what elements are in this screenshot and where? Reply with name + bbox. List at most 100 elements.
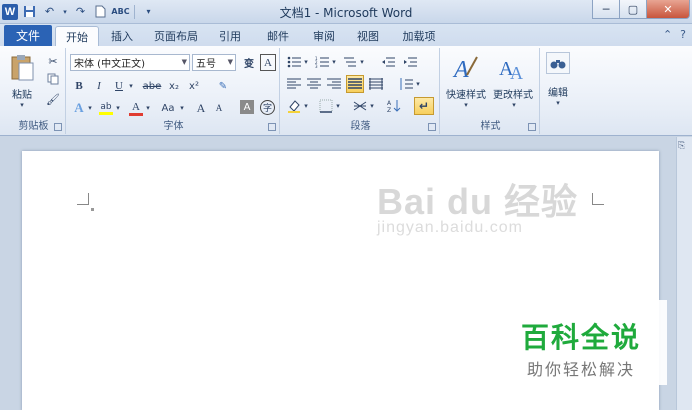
- enclosed-character-icon[interactable]: 字: [260, 100, 275, 115]
- character-border-icon[interactable]: A: [260, 54, 276, 71]
- justify-button[interactable]: [346, 75, 364, 93]
- tab-mailings[interactable]: 邮件: [256, 26, 300, 46]
- italic-button[interactable]: I: [92, 78, 106, 94]
- maximize-button[interactable]: ▢: [619, 0, 647, 19]
- ribbon-tabs: 文件 开始 插入 页面布局 引用 邮件 审阅 视图 加载项 ⌃ ?: [0, 24, 692, 47]
- bullets-dropdown-icon[interactable]: ▾: [302, 54, 310, 70]
- decrease-indent-icon[interactable]: [380, 54, 396, 70]
- clipboard-group: 粘贴 ▾ ✂ 🖌 剪贴板: [2, 48, 66, 134]
- numbering-icon[interactable]: 123: [314, 54, 330, 70]
- paragraph-group-label: 段落: [350, 121, 371, 132]
- title-bar: W ↶ ▾ ↷ ABC ▾ 文档1 - Microsoft Word ─ ▢ ✕: [0, 0, 692, 24]
- font-size-select[interactable]: 五号 ▼: [192, 54, 236, 71]
- sort-icon[interactable]: AZ: [386, 98, 402, 114]
- font-launcher-icon[interactable]: [268, 123, 276, 131]
- show-formatting-button[interactable]: ↵: [414, 97, 434, 115]
- tab-references[interactable]: 引用: [210, 26, 250, 46]
- quick-styles-icon[interactable]: A: [450, 52, 480, 82]
- line-spacing-dropdown-icon[interactable]: ▾: [414, 76, 422, 92]
- ruler-toggle-icon[interactable]: ⎘: [678, 141, 690, 153]
- align-center-icon[interactable]: [306, 76, 322, 92]
- svg-text:A: A: [387, 100, 392, 107]
- subscript-button[interactable]: x₂: [166, 78, 182, 94]
- clear-formatting-icon[interactable]: ✎: [214, 78, 232, 94]
- paste-dropdown-icon[interactable]: ▾: [16, 100, 28, 110]
- collapse-ribbon-icon[interactable]: ⌃: [663, 28, 672, 41]
- styles-launcher-icon[interactable]: [528, 123, 536, 131]
- binoculars-icon[interactable]: [546, 52, 570, 74]
- shading-icon[interactable]: [286, 98, 302, 114]
- character-shading-icon[interactable]: A: [240, 100, 254, 114]
- strikethrough-button[interactable]: abe: [142, 78, 162, 94]
- chevron-down-icon: ▼: [227, 58, 233, 66]
- multilevel-list-icon[interactable]: [342, 54, 358, 70]
- tab-file[interactable]: 文件: [4, 25, 52, 46]
- editing-dropdown-icon[interactable]: ▾: [554, 98, 562, 108]
- underline-button[interactable]: U: [112, 78, 126, 94]
- baidu-watermark: Bai du 经验: [377, 181, 579, 222]
- paragraph-group: ▾ 123 ▾ ▾ ▾ ▾ ▾ ▾ A Z ↵ 段落: [282, 48, 440, 134]
- editing-label[interactable]: 编辑: [542, 84, 574, 99]
- chinese-layout-icon[interactable]: [352, 98, 368, 114]
- close-button[interactable]: ✕: [646, 0, 690, 19]
- highlight-icon[interactable]: ab: [98, 100, 114, 116]
- text-effects-dropdown-icon[interactable]: ▾: [86, 100, 94, 116]
- align-left-icon[interactable]: [286, 76, 302, 92]
- svg-text:Z: Z: [387, 107, 391, 113]
- font-name-value: 宋体 (中文正文): [74, 59, 145, 70]
- tab-review[interactable]: 审阅: [303, 26, 345, 46]
- window-controls: ─ ▢ ✕: [592, 0, 690, 19]
- tab-addins[interactable]: 加载项: [394, 26, 444, 46]
- underline-dropdown-icon[interactable]: ▾: [126, 78, 136, 94]
- crop-mark-top-right: [592, 193, 604, 205]
- format-painter-icon[interactable]: 🖌: [46, 92, 60, 106]
- font-color-dropdown-icon[interactable]: ▾: [144, 100, 152, 116]
- tab-home[interactable]: 开始: [55, 26, 99, 47]
- bold-button[interactable]: B: [72, 78, 86, 94]
- increase-indent-icon[interactable]: [402, 54, 418, 70]
- help-icon[interactable]: ?: [680, 28, 686, 41]
- highlight-dropdown-icon[interactable]: ▾: [114, 100, 122, 116]
- change-styles-icon[interactable]: AA: [498, 52, 528, 82]
- copy-icon[interactable]: [46, 72, 60, 86]
- quick-styles-dropdown-icon[interactable]: ▾: [462, 100, 470, 110]
- window-title: 文档1 - Microsoft Word: [279, 6, 413, 20]
- styles-group: A 快速样式 ▾ AA 更改样式 ▾ 样式: [442, 48, 540, 134]
- minimize-button[interactable]: ─: [592, 0, 620, 19]
- font-name-select[interactable]: 宋体 (中文正文) ▼: [70, 54, 190, 71]
- borders-dropdown-icon[interactable]: ▾: [334, 98, 342, 114]
- chinese-layout-dropdown-icon[interactable]: ▾: [368, 98, 376, 114]
- text-effects-icon[interactable]: A: [72, 100, 86, 116]
- shrink-font-button[interactable]: A: [212, 100, 226, 116]
- superscript-button[interactable]: x²: [186, 78, 202, 94]
- change-styles-label: 更改样式: [493, 90, 533, 101]
- cut-icon[interactable]: ✂: [46, 54, 60, 68]
- svg-text:3: 3: [315, 64, 318, 68]
- shading-dropdown-icon[interactable]: ▾: [302, 98, 310, 114]
- tab-insert[interactable]: 插入: [102, 26, 142, 46]
- paste-icon[interactable]: [8, 52, 36, 84]
- paragraph-launcher-icon[interactable]: [428, 123, 436, 131]
- change-case-dropdown-icon[interactable]: ▾: [178, 100, 186, 116]
- change-styles-dropdown-icon[interactable]: ▾: [510, 100, 518, 110]
- line-spacing-icon[interactable]: [398, 76, 414, 92]
- grow-font-button[interactable]: A: [194, 100, 208, 116]
- phonetic-guide-icon[interactable]: 变: [240, 54, 258, 71]
- multilevel-dropdown-icon[interactable]: ▾: [358, 54, 366, 70]
- vertical-scrollbar[interactable]: ⎘: [676, 137, 692, 410]
- bullets-icon[interactable]: [286, 54, 302, 70]
- tab-page-layout[interactable]: 页面布局: [146, 26, 206, 46]
- borders-icon[interactable]: [318, 98, 334, 114]
- numbering-dropdown-icon[interactable]: ▾: [330, 54, 338, 70]
- quick-styles-label: 快速样式: [446, 90, 486, 101]
- align-right-icon[interactable]: [326, 76, 342, 92]
- distributed-icon[interactable]: [368, 76, 384, 92]
- change-case-button[interactable]: Aa: [158, 100, 178, 116]
- font-size-value: 五号: [196, 59, 216, 70]
- font-group-label: 字体: [163, 121, 184, 132]
- clipboard-launcher-icon[interactable]: [54, 123, 62, 131]
- chevron-down-icon: ▼: [181, 58, 187, 66]
- tab-view[interactable]: 视图: [348, 26, 388, 46]
- font-color-icon[interactable]: A: [128, 100, 144, 116]
- paste-label: 粘贴: [12, 90, 32, 101]
